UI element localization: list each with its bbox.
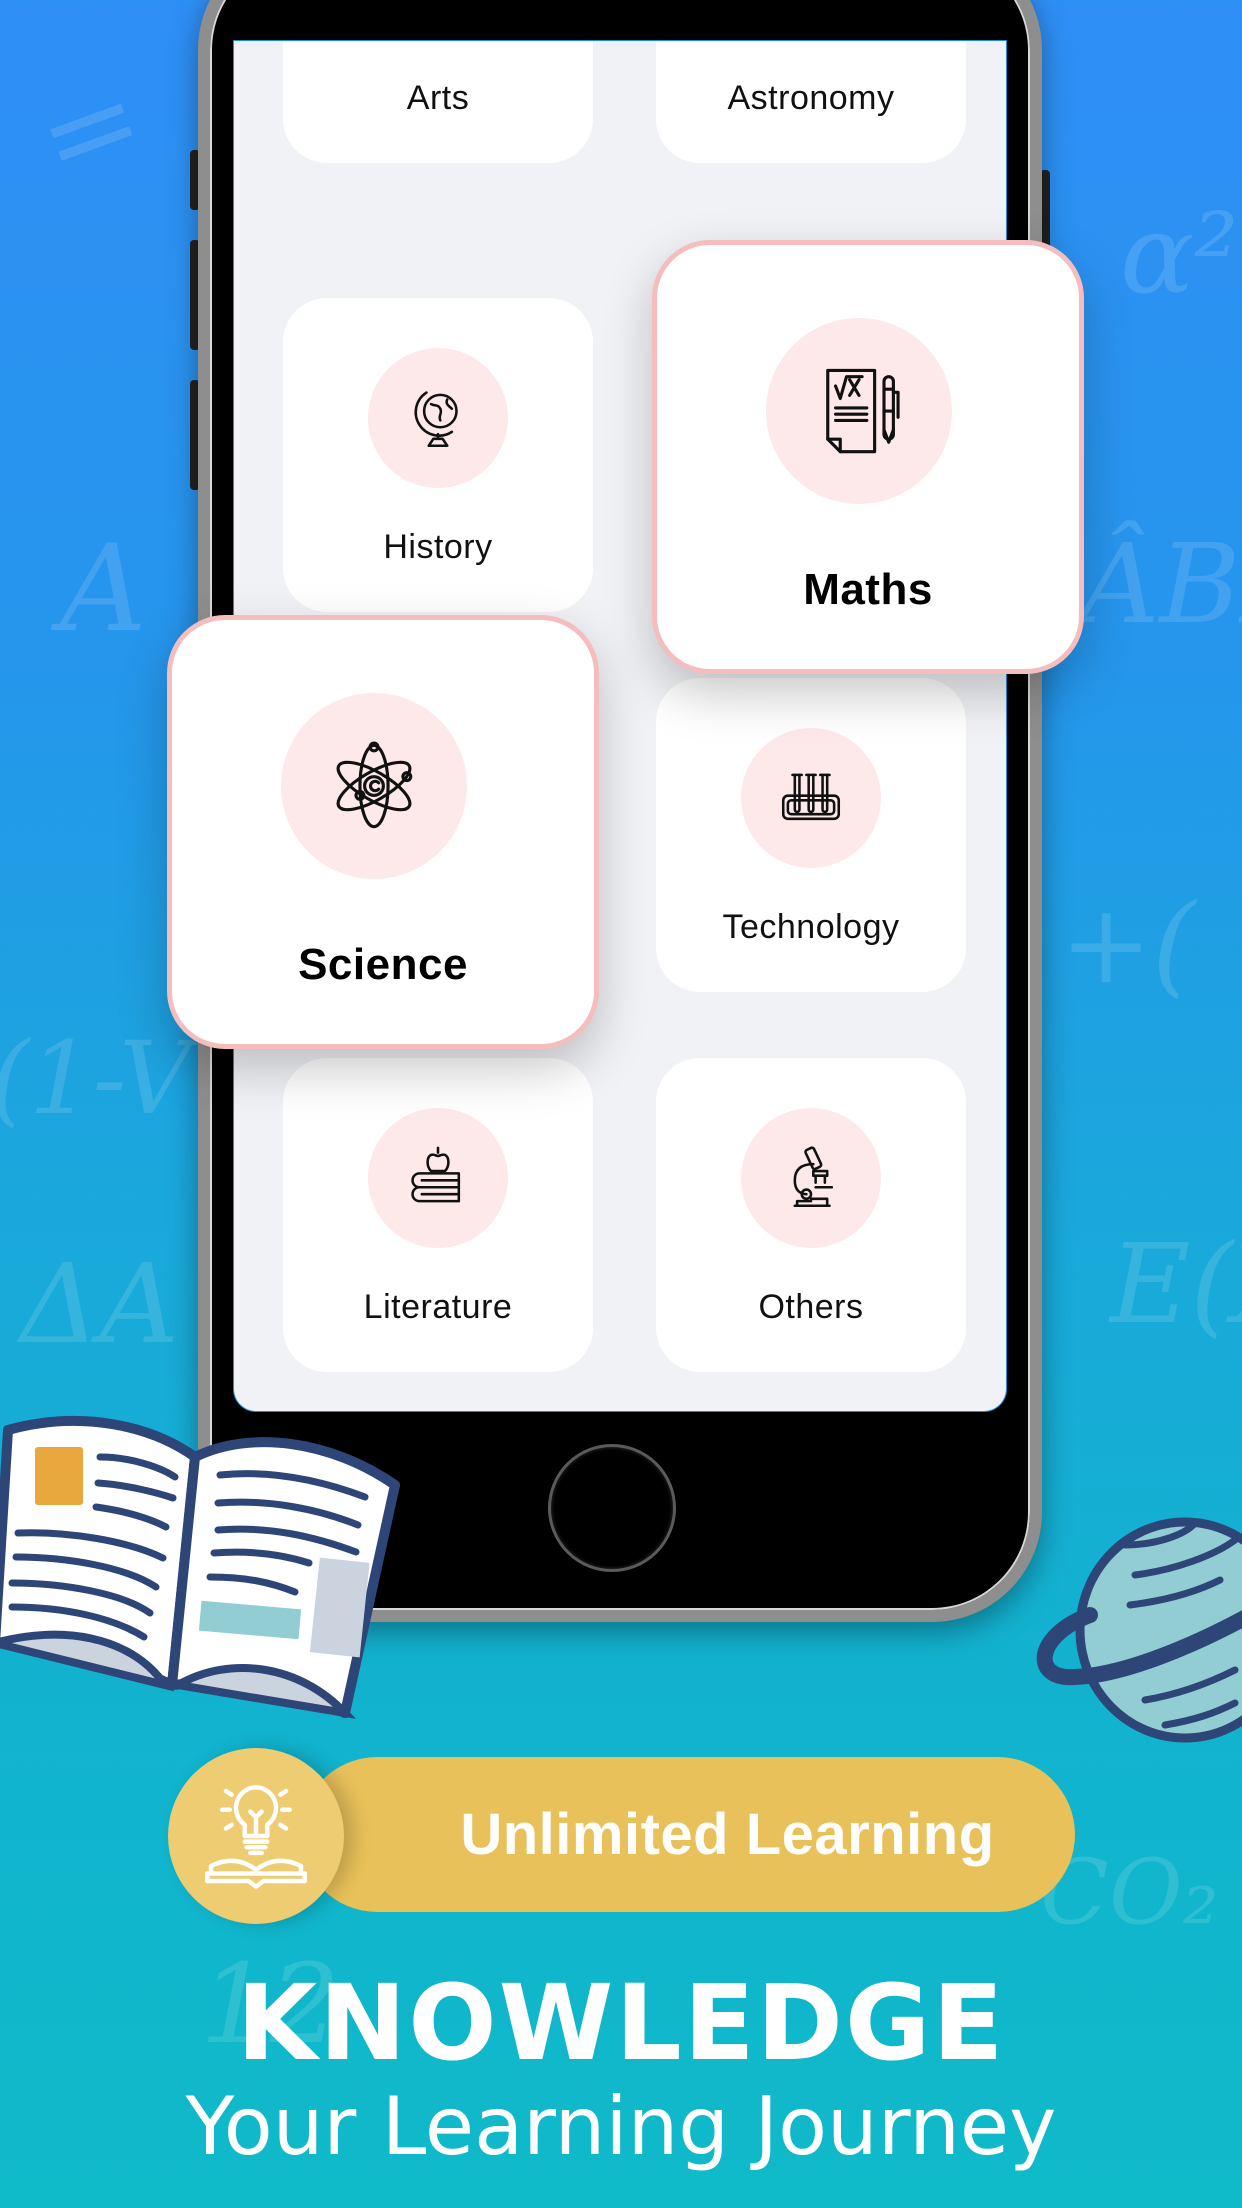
home-button[interactable] bbox=[548, 1444, 676, 1572]
category-label: Arts bbox=[406, 79, 470, 117]
math-notes-icon bbox=[766, 318, 952, 504]
chalk-mark: (1-V bbox=[0, 1020, 192, 1137]
category-card-science[interactable]: Science bbox=[167, 615, 599, 1049]
category-card-maths[interactable]: Maths bbox=[652, 240, 1084, 674]
chalk-mark: α² bbox=[1120, 190, 1239, 318]
category-card-astronomy[interactable]: Astronomy bbox=[656, 41, 966, 163]
category-label: Others bbox=[758, 1288, 864, 1326]
category-label: Technology bbox=[722, 908, 900, 946]
category-label: Science bbox=[298, 940, 468, 989]
category-card-others[interactable]: Others bbox=[656, 1058, 966, 1372]
test-tubes-icon bbox=[741, 728, 881, 868]
chalk-mark: ΔA bbox=[20, 1240, 179, 1368]
planet-illustration bbox=[1036, 1517, 1242, 1743]
chalk-mark: = bbox=[19, 46, 162, 213]
chalk-mark: E(X bbox=[1110, 1220, 1242, 1348]
category-card-arts[interactable]: Arts bbox=[283, 41, 593, 163]
headline: KNOWLEDGE bbox=[236, 1962, 1006, 2084]
chalk-mark: A bbox=[60, 520, 147, 659]
banner-icon-circle bbox=[168, 1748, 344, 1924]
category-label: Literature bbox=[363, 1288, 513, 1326]
subline: Your Learning Journey bbox=[185, 2080, 1057, 2173]
category-card-history[interactable]: History bbox=[283, 298, 593, 612]
category-card-literature[interactable]: Literature bbox=[283, 1058, 593, 1372]
globe-icon bbox=[368, 348, 508, 488]
open-book-illustration bbox=[0, 1416, 400, 1719]
banner-label: Unlimited Learning bbox=[460, 1802, 995, 1867]
category-label: History bbox=[383, 528, 493, 566]
chalk-mark: +( bbox=[1060, 880, 1196, 1008]
lightbulb-book-icon bbox=[205, 1785, 307, 1889]
unlimited-learning-banner: Unlimited Learning bbox=[300, 1757, 1075, 1912]
category-card-technology[interactable]: Technology bbox=[656, 678, 966, 992]
chalk-mark: ÂBD bbox=[1080, 520, 1242, 648]
category-label: Maths bbox=[803, 565, 933, 614]
books-apple-icon bbox=[368, 1108, 508, 1248]
category-label: Astronomy bbox=[727, 79, 895, 117]
microscope-icon bbox=[741, 1108, 881, 1248]
atom-icon bbox=[281, 693, 467, 879]
